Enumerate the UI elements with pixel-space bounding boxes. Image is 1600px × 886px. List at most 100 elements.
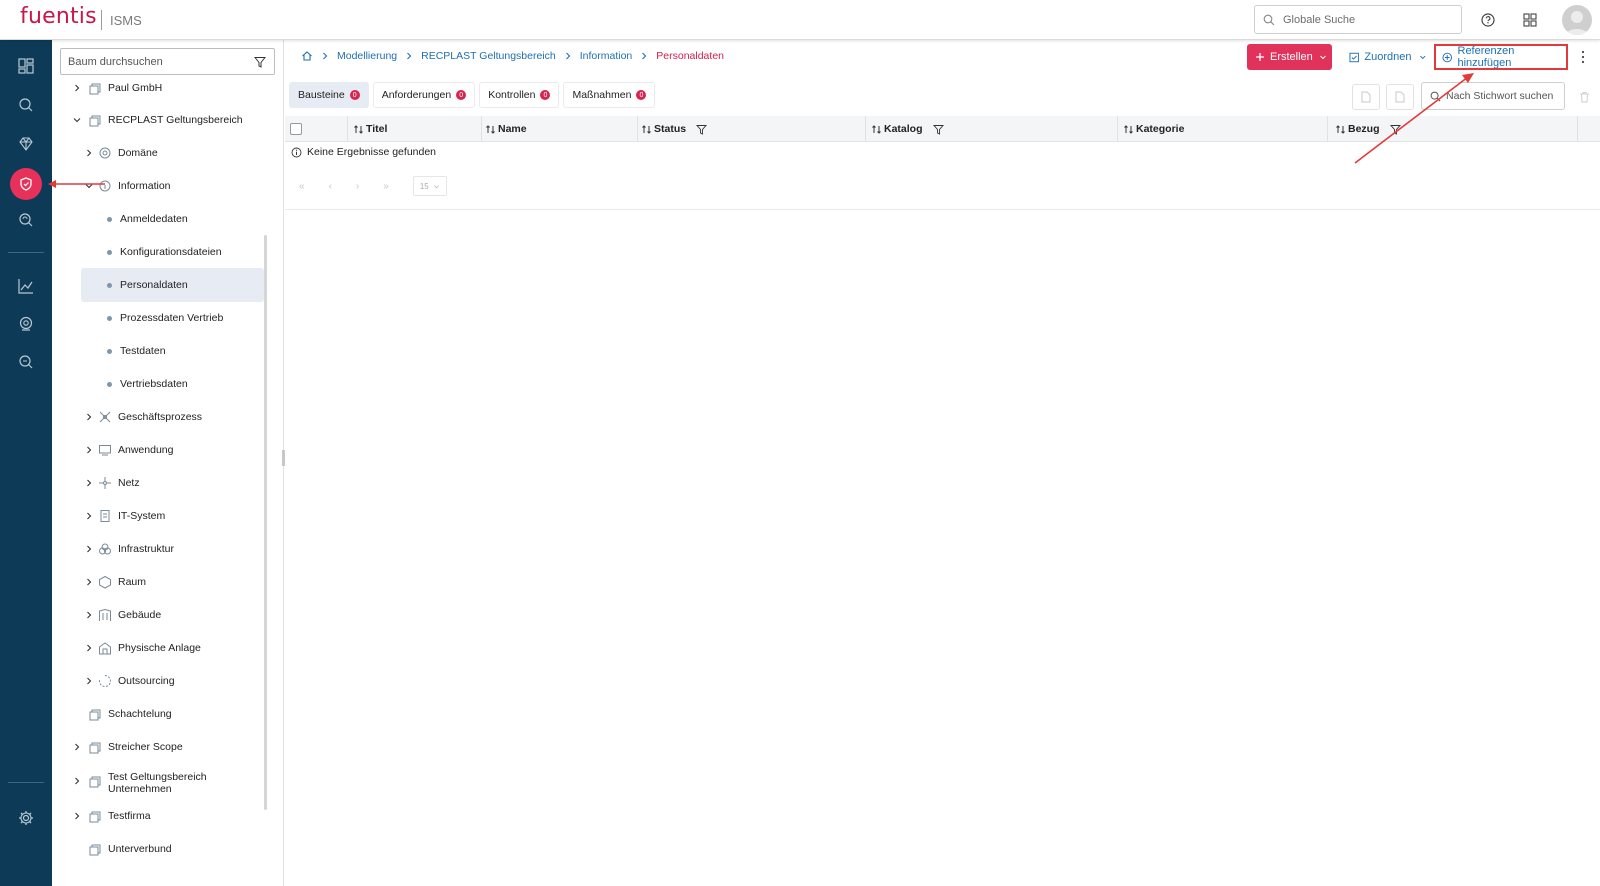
chevron-right-icon[interactable] (84, 676, 94, 686)
tree-item[interactable]: Anmeldedaten (52, 207, 277, 231)
column-separator[interactable] (481, 116, 482, 142)
chevron-right-icon[interactable] (84, 511, 94, 521)
chevron-right-icon[interactable] (72, 742, 82, 752)
select-all-checkbox[interactable] (290, 123, 302, 135)
tree-item[interactable]: Anwendung (52, 438, 277, 462)
column-header-status[interactable]: Status (641, 116, 708, 142)
first-page-button[interactable]: « (299, 181, 305, 192)
home-icon[interactable] (301, 50, 313, 62)
tree-item[interactable]: IT-System (52, 504, 277, 528)
breadcrumb-item[interactable]: Information (580, 50, 633, 62)
tab-massnahmen[interactable]: Maßnahmen 0 (563, 82, 656, 108)
search-icon[interactable] (14, 93, 38, 117)
shield-icon[interactable] (10, 168, 42, 200)
global-search-input[interactable]: Globale Suche (1254, 5, 1462, 34)
sort-icon[interactable] (1335, 124, 1346, 135)
sort-icon[interactable] (871, 124, 882, 135)
chevron-right-icon[interactable] (84, 445, 94, 455)
tree-item[interactable]: Infrastruktur (52, 537, 277, 561)
tree-item[interactable]: Netz (52, 471, 277, 495)
help-circle-icon[interactable] (1479, 11, 1497, 29)
column-header-bezug[interactable]: Bezug (1335, 116, 1401, 142)
filter-icon[interactable] (696, 124, 708, 135)
more-options-icon[interactable] (1581, 50, 1585, 64)
sort-icon[interactable] (485, 124, 496, 135)
tab-bausteine[interactable]: Bausteine 0 (289, 82, 369, 108)
tree-search-input[interactable]: Baum durchsuchen (60, 48, 275, 75)
tree-item[interactable]: Test Geltungsbereich Unternehmen (52, 769, 277, 795)
column-separator[interactable] (637, 116, 638, 142)
export-excel-button[interactable] (1386, 84, 1414, 110)
next-page-button[interactable]: › (356, 181, 359, 192)
filter-icon[interactable] (254, 56, 266, 68)
tree-item[interactable]: Personaldaten (52, 273, 277, 297)
breadcrumb-item[interactable]: Modellierung (337, 50, 397, 62)
chevron-right-icon[interactable] (72, 83, 82, 93)
keyword-search-input[interactable]: Nach Stichwort suchen (1421, 82, 1565, 110)
user-avatar[interactable] (1562, 5, 1592, 35)
chevron-down-icon[interactable] (84, 181, 94, 191)
tree-item[interactable]: Raum (52, 570, 277, 594)
chevron-right-icon[interactable] (72, 776, 82, 786)
tab-kontrollen[interactable]: Kontrollen 0 (479, 82, 560, 108)
filter-icon[interactable] (932, 124, 944, 135)
refresh-search-icon[interactable] (14, 208, 38, 232)
tree-item[interactable]: Streicher Scope (52, 735, 277, 759)
app-logo[interactable]: fuentis (20, 4, 97, 29)
tree-item[interactable]: Paul GmbH (52, 76, 277, 100)
chevron-right-icon[interactable] (84, 478, 94, 488)
add-references-button[interactable]: Referenzen hinzufügen (1434, 44, 1568, 70)
tree-item[interactable]: Outsourcing (52, 669, 277, 693)
tree-item[interactable]: Konfigurationsdateien (52, 240, 277, 264)
dashboard-icon[interactable] (14, 54, 38, 78)
chevron-right-icon[interactable] (84, 610, 94, 620)
sort-icon[interactable] (1123, 124, 1134, 135)
tree-item[interactable]: Testfirma (52, 804, 277, 828)
tree-item[interactable]: Gebäude (52, 603, 277, 627)
chevron-down-icon[interactable] (72, 115, 82, 125)
tree-item[interactable]: Vertriebsdaten (52, 372, 277, 396)
sort-icon[interactable] (353, 124, 364, 135)
prev-page-button[interactable]: ‹ (329, 181, 332, 192)
monitor-icon[interactable] (14, 312, 38, 336)
chevron-right-icon[interactable] (84, 148, 94, 158)
column-header-kategorie[interactable]: Kategorie (1123, 116, 1184, 142)
tree-item[interactable]: Geschäftsprozess (52, 405, 277, 429)
sort-icon[interactable] (641, 124, 652, 135)
column-separator[interactable] (347, 116, 348, 142)
chevron-right-icon[interactable] (84, 412, 94, 422)
column-header-katalog[interactable]: Katalog (871, 116, 944, 142)
tree-item[interactable]: Testdaten (52, 339, 277, 363)
settings-icon[interactable] (14, 806, 38, 830)
page-size-select[interactable]: 15 (412, 176, 447, 196)
column-separator[interactable] (1577, 116, 1578, 142)
assign-button[interactable]: Zuordnen (1345, 44, 1427, 70)
diamond-icon[interactable] (14, 132, 38, 156)
tree-scrollbar[interactable] (264, 235, 267, 810)
delete-button[interactable] (1572, 84, 1596, 110)
chevron-right-icon[interactable] (72, 811, 82, 821)
chevron-right-icon[interactable] (84, 577, 94, 587)
grid-icon[interactable] (1521, 11, 1539, 29)
chart-icon[interactable] (14, 274, 38, 298)
column-separator[interactable] (1327, 116, 1328, 142)
filter-icon[interactable] (1389, 124, 1401, 135)
column-separator[interactable] (1117, 116, 1118, 142)
tree-item[interactable]: Prozessdaten Vertrieb (52, 306, 277, 330)
chevron-right-icon[interactable] (84, 544, 94, 554)
breadcrumb-item[interactable]: RECPLAST Geltungsbereich (421, 50, 556, 62)
tree-item[interactable]: Information (52, 174, 277, 198)
audit-search-icon[interactable] (14, 350, 38, 374)
export-pdf-button[interactable] (1352, 84, 1380, 110)
last-page-button[interactable]: » (383, 181, 389, 192)
create-button[interactable]: Erstellen (1247, 44, 1332, 70)
tree-item[interactable]: Schachtelung (52, 702, 277, 726)
column-header-titel[interactable]: Titel (353, 116, 387, 142)
tree-item[interactable]: Physische Anlage (52, 636, 277, 660)
tab-anforderungen[interactable]: Anforderungen 0 (372, 82, 476, 108)
tree-item[interactable]: Domäne (52, 141, 277, 165)
chevron-right-icon[interactable] (84, 643, 94, 653)
column-header-name[interactable]: Name (485, 116, 527, 142)
column-separator[interactable] (865, 116, 866, 142)
tree-item[interactable]: RECPLAST Geltungsbereich (52, 108, 277, 132)
